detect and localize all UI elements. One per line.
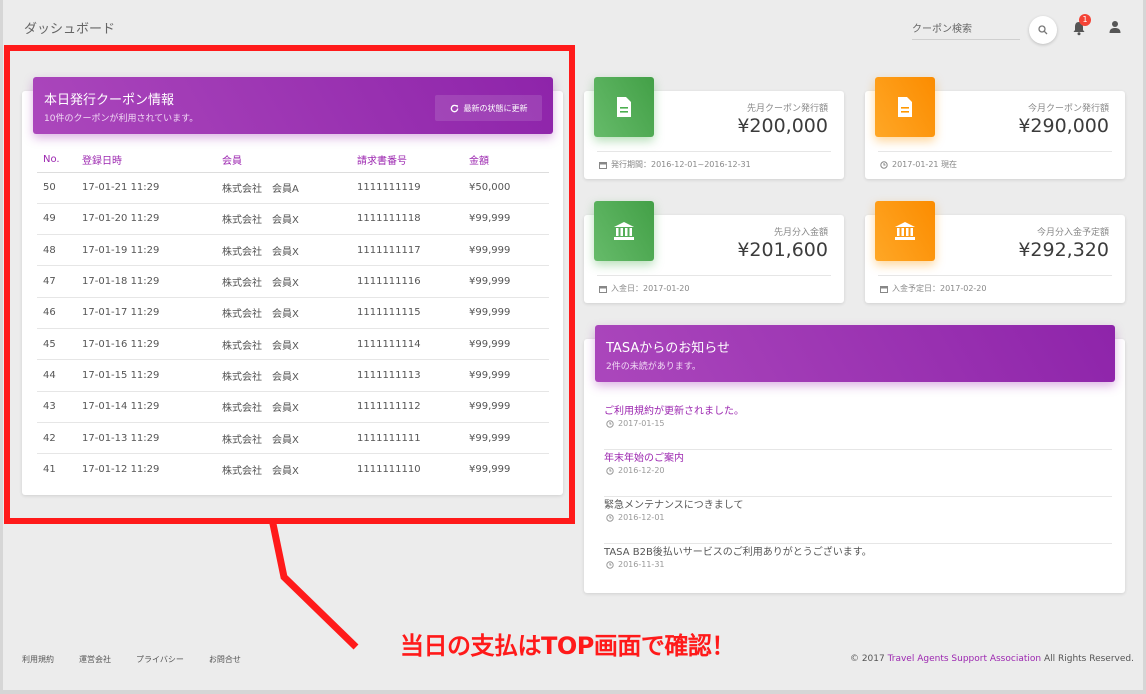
stat-label: 先月クーポン発行額 xyxy=(746,104,828,114)
notice-card-header: TASAからのお知らせ 2件の未読があります。 xyxy=(595,325,1115,382)
copyright-suffix: All Rights Reserved. xyxy=(1043,654,1134,664)
stat-value: ¥200,000 xyxy=(737,115,828,137)
notice-date-text: 2016-12-20 xyxy=(618,466,665,475)
stat-footer-text: 入金予定日：2017-02-20 xyxy=(892,284,987,293)
notice-date: 2016-11-31 xyxy=(606,560,665,569)
user-icon[interactable] xyxy=(1108,20,1122,34)
notice-date: 2017-01-15 xyxy=(606,419,665,428)
notice-date-text: 2016-11-31 xyxy=(618,560,665,569)
annotation-pointer-line xyxy=(268,518,359,650)
stat-icon-box xyxy=(875,201,935,261)
document-icon xyxy=(898,97,912,117)
stat-icon-box xyxy=(594,201,654,261)
annotation-highlight-box xyxy=(4,45,575,524)
stat-footer-text: 入金日：2017-01-20 xyxy=(611,284,690,293)
notice-title: 年末年始のご案内 xyxy=(604,453,684,464)
stat-divider xyxy=(597,275,831,276)
history-icon xyxy=(606,466,614,475)
notice-title: ご利用規約が更新されました。 xyxy=(604,406,744,417)
stat-card-last-month-coupons: 先月クーポン発行額 ¥200,000 発行期間：2016-12-01~2016-… xyxy=(584,77,844,179)
notice-item[interactable]: 緊急メンテナンスにつきまして 2016-12-01 xyxy=(604,496,1112,544)
stat-icon-box xyxy=(875,77,935,137)
notice-card-subtitle: 2件の未読があります。 xyxy=(606,362,701,372)
window-frame-left xyxy=(0,0,3,694)
notice-item[interactable]: 年末年始のご案内 2016-12-20 xyxy=(604,449,1112,497)
bank-icon xyxy=(614,222,634,240)
search-icon xyxy=(1038,25,1048,35)
annotation-callout-text: 当日の支払はTOP画面で確認！ xyxy=(398,626,737,661)
stat-value: ¥201,600 xyxy=(737,239,828,261)
copyright-org-link[interactable]: Travel Agents Support Association xyxy=(888,654,1042,664)
notice-date: 2016-12-01 xyxy=(606,513,665,522)
page-title: ダッシュボード xyxy=(24,22,116,37)
stat-label: 先月分入金額 xyxy=(773,228,828,238)
stat-footer: 入金日：2017-01-20 xyxy=(599,283,690,294)
stat-divider xyxy=(878,275,1112,276)
stat-card-this-month-deposit: 今月分入金予定額 ¥292,320 入金予定日：2017-02-20 xyxy=(865,201,1125,303)
notice-date: 2016-12-20 xyxy=(606,466,665,475)
coupon-search-input[interactable] xyxy=(912,20,1020,40)
stat-footer: 入金予定日：2017-02-20 xyxy=(880,283,987,294)
stat-icon-box xyxy=(594,77,654,137)
document-icon xyxy=(617,97,631,117)
history-icon xyxy=(606,419,614,428)
stat-value: ¥292,320 xyxy=(1018,239,1109,261)
footer-link-terms[interactable]: 利用規約 xyxy=(22,654,54,665)
stat-label: 今月分入金予定額 xyxy=(1036,228,1109,238)
stat-footer-text: 2017-01-21 現在 xyxy=(892,160,958,169)
window-frame-bottom xyxy=(0,690,1146,694)
notice-card-title: TASAからのお知らせ xyxy=(606,341,730,356)
copyright-prefix: © 2017 xyxy=(849,654,885,664)
stat-footer: 2017-01-21 現在 xyxy=(880,159,957,170)
stat-footer-text: 発行期間：2016-12-01~2016-12-31 xyxy=(611,160,751,169)
stat-card-this-month-coupons: 今月クーポン発行額 ¥290,000 2017-01-21 現在 xyxy=(865,77,1125,179)
calendar-icon xyxy=(880,285,888,293)
history-icon xyxy=(606,513,614,522)
bank-icon xyxy=(895,222,915,240)
footer-link-contact[interactable]: お問合せ xyxy=(209,654,241,665)
footer-link-privacy[interactable]: プライバシー xyxy=(136,654,184,665)
calendar-icon xyxy=(599,161,607,169)
stat-footer: 発行期間：2016-12-01~2016-12-31 xyxy=(599,159,751,170)
notice-item[interactable]: TASA B2B後払いサービスのご利用ありがとうございます。 2016-11-3… xyxy=(604,543,1112,591)
footer-links: 利用規約 運営会社 プライバシー お問合せ xyxy=(22,654,241,665)
notice-date-text: 2016-12-01 xyxy=(618,513,665,522)
footer-copyright: © 2017 Travel Agents Support Association… xyxy=(850,654,1134,664)
calendar-icon xyxy=(599,285,607,293)
notice-title: TASA B2B後払いサービスのご利用ありがとうございます。 xyxy=(604,547,872,558)
notice-title: 緊急メンテナンスにつきまして xyxy=(604,500,744,511)
search-button[interactable] xyxy=(1029,16,1057,44)
stat-divider xyxy=(597,151,831,152)
notification-badge: 1 xyxy=(1079,14,1091,26)
notice-item[interactable]: ご利用規約が更新されました。 2017-01-15 xyxy=(604,402,1112,450)
history-icon xyxy=(880,160,888,169)
stat-card-last-month-deposit: 先月分入金額 ¥201,600 入金日：2017-01-20 xyxy=(584,201,844,303)
history-icon xyxy=(606,560,614,569)
notice-date-text: 2017-01-15 xyxy=(618,419,665,428)
stat-label: 今月クーポン発行額 xyxy=(1027,104,1109,114)
stat-divider xyxy=(878,151,1112,152)
stat-value: ¥290,000 xyxy=(1018,115,1109,137)
footer-link-company[interactable]: 運営会社 xyxy=(79,654,111,665)
